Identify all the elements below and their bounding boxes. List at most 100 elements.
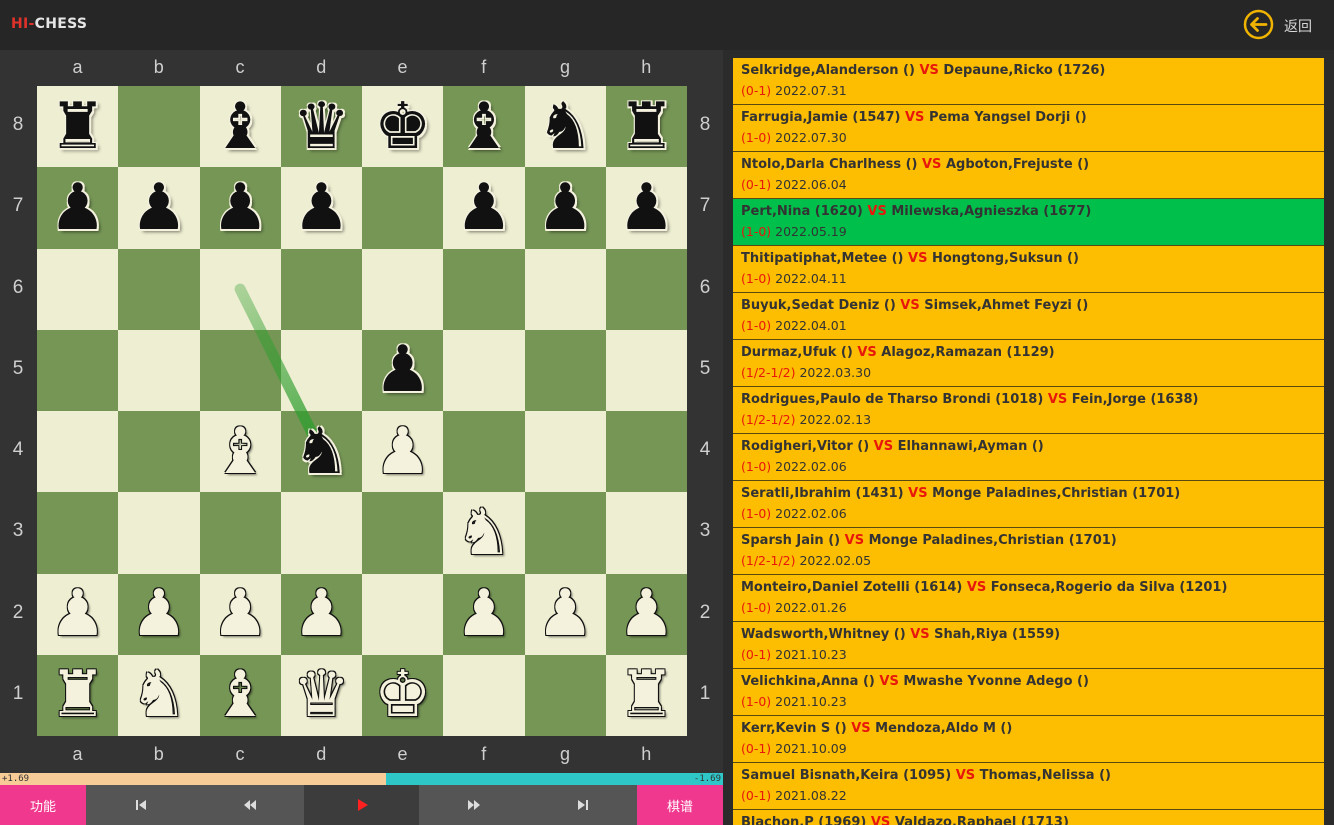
black-bishop-c8[interactable]: ♝ [200,86,281,167]
black-rook-a8[interactable]: ♜ [37,86,118,167]
square-f6[interactable] [443,248,525,330]
white-pawn-h2[interactable]: ♟ [606,574,687,655]
white-bishop-c1[interactable]: ♝ [200,655,281,736]
square-a4[interactable] [37,411,119,493]
black-pawn-d7[interactable]: ♟ [281,167,362,248]
black-player: Hongtong,Suksun () [927,251,1079,266]
game-list-item[interactable]: Kerr,Kevin S () VS Mendoza,Aldo M () (0-1… [733,716,1324,763]
game-players: Rodigheri,Vitor () VS Elhannawi,Ayman () [741,439,1044,454]
last-move-button[interactable] [528,785,637,825]
chess-board[interactable]: ♜ ♝ ♛ ♚ ♝ ♞ ♜ ♟ ♟ ♟ ♟ ♟ ♟ ♟ ♟ ♞ ♝ ♟ ♞ ♟ ♟ ♟ ♟ ♟ ♟ ♟ ♜ ♞ ♝ ♛ ♚ ♜ [37,86,687,736]
white-player: Blachon,P (1969) [741,815,871,825]
game-list-item[interactable]: Farrugia,Jamie (1547) VS Pema Yangsel Do… [733,105,1324,152]
black-bishop-f8[interactable]: ♝ [443,86,524,167]
game-list-scrollbar[interactable] [1324,58,1334,825]
square-h3[interactable] [605,492,687,574]
function-button[interactable]: 功能 [0,785,86,825]
square-a3[interactable] [37,492,119,574]
square-e2[interactable] [362,573,444,655]
game-list-item[interactable]: Buyuk,Sedat Deniz () VS Simsek,Ahmet Fey… [733,293,1324,340]
white-pawn-a2[interactable]: ♟ [37,574,118,655]
black-pawn-h7[interactable]: ♟ [606,167,687,248]
white-bishop-c4[interactable]: ♝ [200,411,281,492]
game-list-item[interactable]: Blachon,P (1969) VS Valdazo,Raphael (171… [733,810,1324,825]
square-g6[interactable] [524,248,606,330]
square-f4[interactable] [443,411,525,493]
square-b6[interactable] [118,248,200,330]
square-f1[interactable] [443,654,525,736]
black-rook-h8[interactable]: ♜ [606,86,687,167]
game-list-item[interactable]: Velichkina,Anna () VS Mwashe Yvonne Adeg… [733,669,1324,716]
play-button[interactable] [304,785,419,825]
square-c6[interactable] [199,248,281,330]
white-king-e1[interactable]: ♚ [362,655,443,736]
square-g4[interactable] [524,411,606,493]
black-pawn-c7[interactable]: ♟ [200,167,281,248]
square-g1[interactable] [524,654,606,736]
square-e3[interactable] [362,492,444,574]
white-rook-a1[interactable]: ♜ [37,655,118,736]
black-king-e8[interactable]: ♚ [362,86,443,167]
game-list-item[interactable]: Samuel Bisnath,Keira (1095) VS Thomas,Ne… [733,763,1324,810]
white-queen-d1[interactable]: ♛ [281,655,362,736]
game-list-item[interactable]: Rodigheri,Vitor () VS Elhannawi,Ayman ()… [733,434,1324,481]
square-e7[interactable] [362,167,444,249]
game-list-item[interactable]: Pert,Nina (1620) VS Milewska,Agnieszka (… [733,199,1324,246]
game-record-button[interactable]: 棋谱 [637,785,723,825]
black-knight-d4[interactable]: ♞ [281,411,362,492]
square-c5[interactable] [199,329,281,411]
game-result: (0-1) [741,741,772,756]
next-move-button[interactable] [419,785,528,825]
square-h6[interactable] [605,248,687,330]
game-list-item[interactable]: Sparsh Jain () VS Monge Paladines,Christ… [733,528,1324,575]
square-d6[interactable] [280,248,362,330]
black-knight-g8[interactable]: ♞ [525,86,606,167]
square-h5[interactable] [605,329,687,411]
game-players: Thitipatiphat,Metee () VS Hongtong,Suksu… [741,251,1079,266]
black-player: Monge Paladines,Christian (1701) [864,533,1117,548]
white-knight-b1[interactable]: ♞ [118,655,199,736]
white-pawn-b2[interactable]: ♟ [118,574,199,655]
square-e6[interactable] [362,248,444,330]
game-list-item[interactable]: Rodrigues,Paulo de Tharso Brondi (1018) … [733,387,1324,434]
game-list-item[interactable]: Monteiro,Daniel Zotelli (1614) VS Fonsec… [733,575,1324,622]
square-g3[interactable] [524,492,606,574]
black-pawn-e5[interactable]: ♟ [362,330,443,411]
game-list-item[interactable]: Wadsworth,Whitney () VS Shah,Riya (1559)… [733,622,1324,669]
square-d3[interactable] [280,492,362,574]
game-list-item[interactable]: Seratli,Ibrahim (1431) VS Monge Paladine… [733,481,1324,528]
black-pawn-b7[interactable]: ♟ [118,167,199,248]
square-a5[interactable] [37,329,119,411]
square-f5[interactable] [443,329,525,411]
white-pawn-c2[interactable]: ♟ [200,574,281,655]
square-b3[interactable] [118,492,200,574]
square-c3[interactable] [199,492,281,574]
white-pawn-g2[interactable]: ♟ [525,574,606,655]
square-b4[interactable] [118,411,200,493]
rank-label-5: 5 [12,357,24,379]
white-player: Velichkina,Anna () [741,674,880,689]
black-queen-d8[interactable]: ♛ [281,86,362,167]
square-a6[interactable] [37,248,119,330]
square-d5[interactable] [280,329,362,411]
previous-move-button[interactable] [196,785,304,825]
square-b8[interactable] [118,86,200,168]
game-list-item[interactable]: Durmaz,Ufuk () VS Alagoz,Ramazan (1129) (… [733,340,1324,387]
first-move-button[interactable] [86,785,196,825]
white-knight-f3[interactable]: ♞ [443,492,524,573]
back-button[interactable]: 返回 [1243,9,1323,41]
game-list-item[interactable]: Ntolo,Darla Charlhess () VS Agboton,Frej… [733,152,1324,199]
square-h4[interactable] [605,411,687,493]
game-list-item[interactable]: Thitipatiphat,Metee () VS Hongtong,Suksu… [733,246,1324,293]
black-pawn-a7[interactable]: ♟ [37,167,118,248]
game-list-item[interactable]: Selkridge,Alanderson () VS Depaune,Ricko… [733,58,1324,105]
black-pawn-g7[interactable]: ♟ [525,167,606,248]
white-pawn-f2[interactable]: ♟ [443,574,524,655]
white-pawn-e4[interactable]: ♟ [362,411,443,492]
white-rook-h1[interactable]: ♜ [606,655,687,736]
square-b5[interactable] [118,329,200,411]
rewind-icon [244,800,256,810]
square-g5[interactable] [524,329,606,411]
white-pawn-d2[interactable]: ♟ [281,574,362,655]
black-pawn-f7[interactable]: ♟ [443,167,524,248]
